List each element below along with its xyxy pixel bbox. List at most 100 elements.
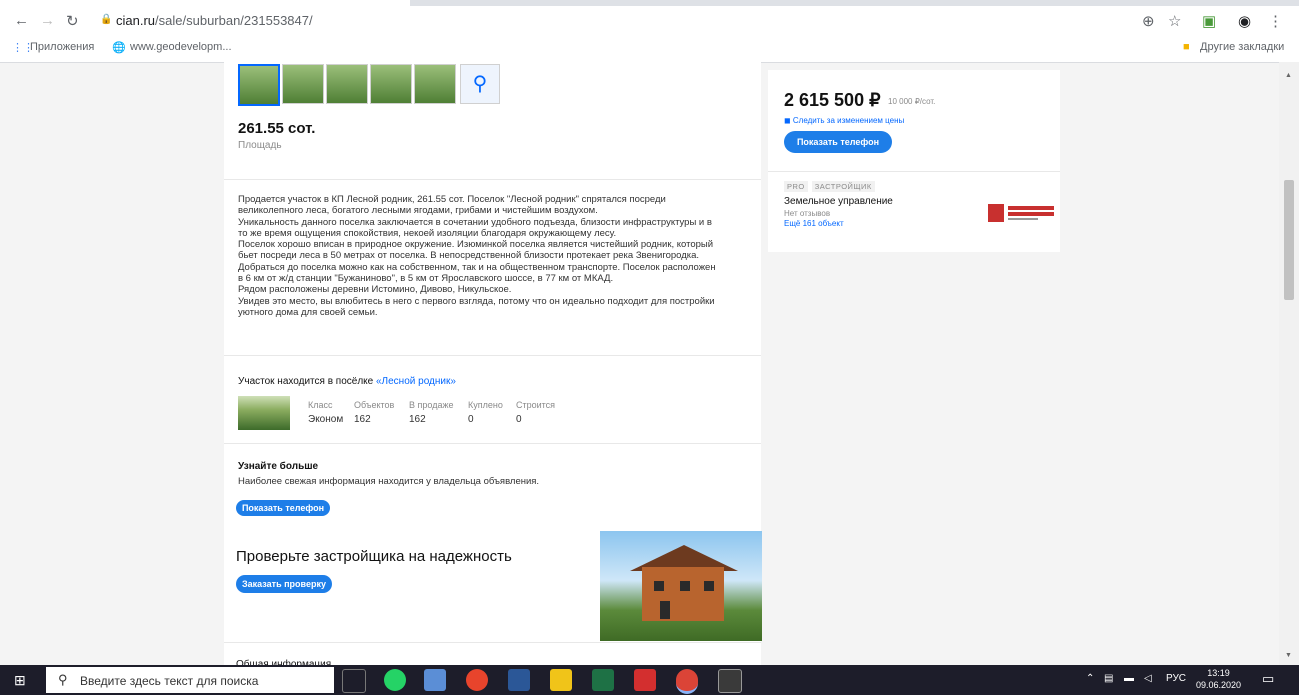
globe-icon: 🌐 bbox=[112, 42, 126, 54]
developer-reviews: Нет отзывов bbox=[784, 209, 831, 218]
scrollbar-thumb[interactable] bbox=[1284, 180, 1294, 300]
file-explorer-icon[interactable] bbox=[550, 669, 572, 691]
search-icon: ⚲ bbox=[58, 672, 68, 687]
photo-thumbnail[interactable] bbox=[414, 64, 456, 104]
house-image bbox=[600, 531, 762, 641]
yandex-browser-icon[interactable] bbox=[466, 669, 488, 691]
clock[interactable]: 13:19 09.06.2020 bbox=[1196, 667, 1241, 691]
menu-icon[interactable]: ⋮ bbox=[1268, 12, 1283, 30]
house-door bbox=[660, 601, 670, 619]
village-stat-for-sale: В продаже 162 bbox=[409, 400, 453, 425]
developer-name[interactable]: Земельное управление bbox=[784, 196, 893, 207]
follow-price-link[interactable]: ◼ Следить за изменением цены bbox=[784, 116, 904, 125]
village-stat-objects: Объектов 162 bbox=[354, 400, 394, 425]
page-scrollbar[interactable]: ▲ ▼ bbox=[1279, 62, 1299, 665]
whatsapp-icon[interactable] bbox=[384, 669, 406, 691]
house-window bbox=[654, 581, 664, 591]
acrobat-icon[interactable] bbox=[634, 669, 656, 691]
reload-icon[interactable]: ↻ bbox=[66, 12, 79, 30]
house-window bbox=[680, 581, 690, 591]
notifications-icon[interactable]: ▭ bbox=[1262, 671, 1274, 687]
divider bbox=[768, 171, 1060, 172]
zoom-icon[interactable]: ⊕ bbox=[1142, 12, 1155, 30]
sidebar-show-phone-button[interactable]: Показать телефон bbox=[784, 131, 892, 153]
area-label: Площадь bbox=[238, 140, 282, 151]
divider bbox=[224, 443, 761, 444]
developer-tags: PRO ЗАСТРОЙЩИК bbox=[784, 181, 879, 192]
price: 2 615 500 ₽ bbox=[784, 90, 881, 110]
order-check-button[interactable]: Заказать проверку bbox=[236, 575, 332, 593]
village-title-prefix: Участок находится в посёлке bbox=[238, 376, 374, 387]
learn-more-text: Наиболее свежая информация находится у в… bbox=[238, 476, 540, 487]
windows-start-icon[interactable]: ⊞ bbox=[14, 672, 26, 689]
url-host: cian.ru bbox=[116, 13, 156, 28]
task-view-icon[interactable] bbox=[342, 669, 366, 693]
village-link[interactable]: «Лесной родник» bbox=[376, 376, 456, 387]
house-body bbox=[642, 567, 724, 621]
battery-icon[interactable]: ▬ bbox=[1124, 673, 1134, 684]
forward-icon[interactable]: → bbox=[40, 12, 55, 29]
excel-icon[interactable] bbox=[592, 669, 614, 691]
house-window bbox=[704, 581, 714, 591]
stat-header: Куплено bbox=[468, 400, 503, 410]
network-icon[interactable]: ▤ bbox=[1104, 673, 1113, 684]
map-pin-icon[interactable]: ⚲ bbox=[460, 64, 500, 104]
stat-header: В продаже bbox=[409, 400, 454, 410]
calculator-icon[interactable] bbox=[718, 669, 742, 693]
learn-more-title: Узнайте больше bbox=[238, 461, 319, 472]
divider bbox=[224, 642, 761, 643]
price-per-unit: 10 000 ₽/сот. bbox=[888, 97, 936, 106]
village-title: Участок находится в посёлке «Лесной родн… bbox=[238, 376, 456, 387]
stat-header: Класс bbox=[308, 400, 333, 410]
photo-thumbnail[interactable] bbox=[238, 64, 280, 106]
show-phone-button[interactable]: Показать телефон bbox=[236, 500, 330, 516]
address-bar[interactable]: cian.ru/sale/suburban/231553847/ bbox=[116, 13, 313, 28]
stat-value: 162 bbox=[354, 414, 371, 425]
tag-developer: ЗАСТРОЙЩИК bbox=[811, 181, 875, 192]
toolbar: ← → ↻ 🔒 cian.ru/sale/suburban/231553847/… bbox=[0, 6, 1299, 36]
developer-logo-graphic bbox=[988, 204, 1054, 222]
photo-thumbnail[interactable] bbox=[282, 64, 324, 104]
extension-icon[interactable]: ▣ bbox=[1202, 12, 1216, 30]
word-icon[interactable] bbox=[508, 669, 530, 691]
other-bookmarks[interactable]: Другие закладки bbox=[1200, 41, 1284, 53]
listing-card: ⚲ 261.55 сот. Площадь Продается участок … bbox=[224, 62, 762, 670]
bookmarks-bar: ⋮⋮ Приложения 🌐 www.geodevelopm... ■ Дру… bbox=[0, 36, 1299, 60]
description-text: Продается участок в КП Лесной родник, 26… bbox=[238, 194, 716, 318]
stat-value: 162 bbox=[409, 414, 426, 425]
village-stat-building: Строится 0 bbox=[516, 400, 555, 425]
village-stat-class: Класс Эконом bbox=[308, 400, 343, 425]
tray-expand-icon[interactable]: ⌃ bbox=[1086, 673, 1094, 684]
tag-pro: PRO bbox=[784, 181, 808, 192]
chrome-icon[interactable] bbox=[676, 669, 698, 694]
lock-icon[interactable]: 🔒 bbox=[100, 14, 112, 25]
photo-thumbnail[interactable] bbox=[326, 64, 368, 104]
developer-logo[interactable] bbox=[986, 200, 1058, 226]
camera-icon: ◼ bbox=[784, 116, 791, 125]
follow-price-label: Следить за изменением цены bbox=[792, 116, 905, 125]
scroll-up-icon[interactable]: ▲ bbox=[1285, 72, 1292, 79]
bookmark-star-icon[interactable]: ☆ bbox=[1168, 12, 1181, 30]
bookmark-apps[interactable]: Приложения bbox=[30, 41, 94, 53]
bookmark-geodevelop[interactable]: www.geodevelopm... bbox=[130, 41, 232, 53]
village-image[interactable] bbox=[238, 396, 290, 430]
stat-value: 0 bbox=[516, 414, 522, 425]
stat-header: Строится bbox=[516, 400, 556, 410]
divider bbox=[224, 179, 761, 180]
profile-icon[interactable]: ◉ bbox=[1238, 12, 1251, 30]
app-icon[interactable] bbox=[424, 669, 446, 691]
scroll-down-icon[interactable]: ▼ bbox=[1285, 652, 1292, 659]
url-path: /sale/suburban/231553847/ bbox=[155, 13, 313, 28]
taskbar-search[interactable]: ⚲ Введите здесь текст для поиска bbox=[46, 667, 334, 693]
back-icon[interactable]: ← bbox=[14, 12, 29, 29]
volume-icon[interactable]: ◁ bbox=[1144, 673, 1152, 684]
clock-time: 13:19 bbox=[1207, 668, 1230, 678]
folder-icon: ■ bbox=[1183, 41, 1190, 53]
area-value: 261.55 сот. bbox=[238, 120, 316, 137]
language-indicator[interactable]: РУС bbox=[1166, 673, 1186, 684]
more-objects-link[interactable]: Ещё 161 объект bbox=[784, 219, 844, 228]
stat-value: Эконом bbox=[308, 414, 344, 425]
photo-thumbnail[interactable] bbox=[370, 64, 412, 104]
stat-header: Объектов bbox=[354, 400, 395, 410]
check-builder-title: Проверьте застройщика на надежность bbox=[236, 548, 512, 565]
